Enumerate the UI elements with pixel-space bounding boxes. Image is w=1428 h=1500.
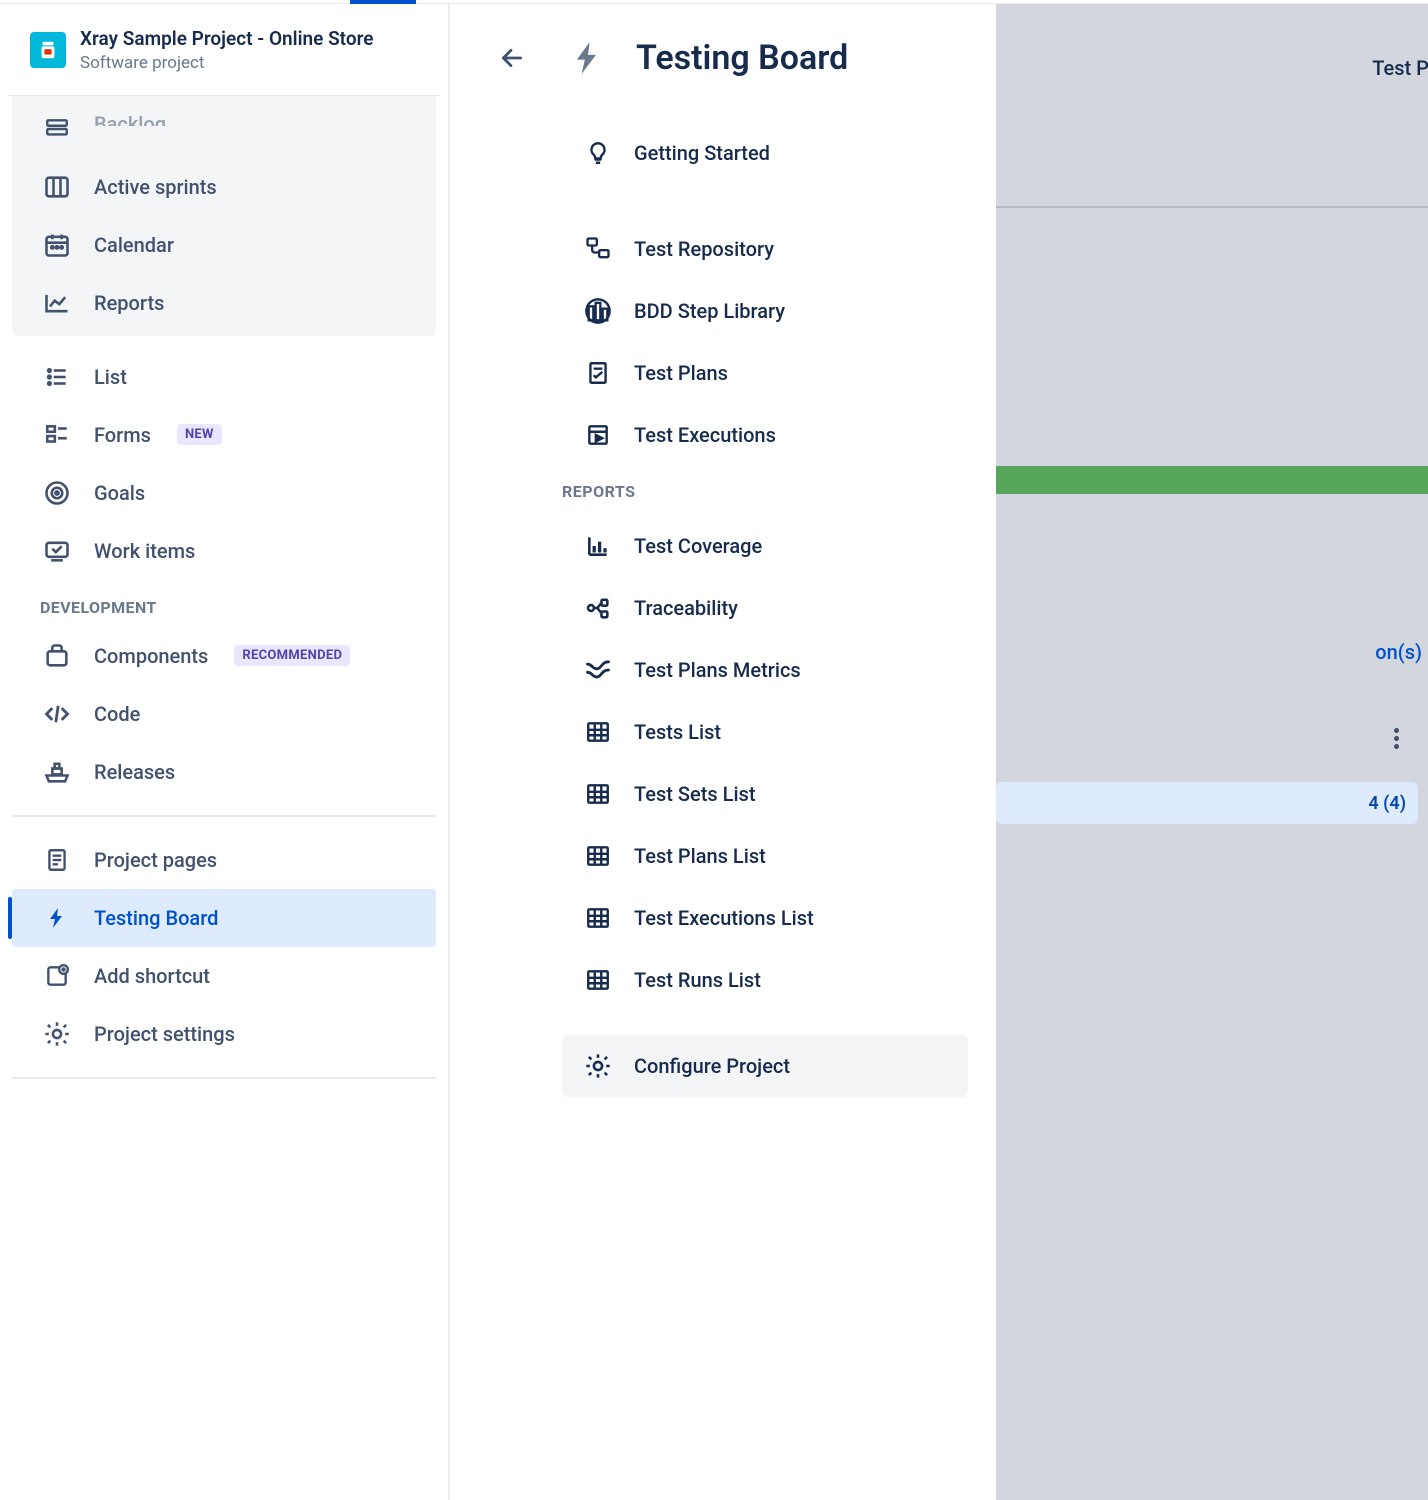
menu-test-coverage[interactable]: Test Coverage bbox=[562, 515, 968, 577]
menu-traceability[interactable]: Traceability bbox=[562, 577, 968, 639]
xray-bolt-icon bbox=[42, 903, 72, 933]
grid-icon bbox=[582, 840, 614, 872]
gear-icon bbox=[42, 1019, 72, 1049]
metrics-icon bbox=[582, 654, 614, 686]
obscured-background: Test Pl on(s) 4 (4) bbox=[996, 4, 1428, 1500]
grid-icon bbox=[582, 716, 614, 748]
menu-tests-list[interactable]: Tests List bbox=[562, 701, 968, 763]
sidebar-item-reports[interactable]: Reports bbox=[12, 274, 436, 332]
grid-icon bbox=[582, 778, 614, 810]
panel-title: Testing Board bbox=[636, 38, 848, 78]
bg-link-fragment[interactable]: on(s) bbox=[1375, 640, 1422, 664]
plans-icon bbox=[582, 357, 614, 389]
menu-getting-started[interactable]: Getting Started bbox=[562, 122, 968, 184]
target-icon bbox=[42, 478, 72, 508]
section-reports-label: REPORTS bbox=[494, 466, 976, 515]
sidebar-item-calendar[interactable]: Calendar bbox=[12, 216, 436, 274]
menu-test-plans-list[interactable]: Test Plans List bbox=[562, 825, 968, 887]
board-icon bbox=[42, 172, 72, 202]
menu-test-repository[interactable]: Test Repository bbox=[562, 218, 968, 280]
menu-test-executions[interactable]: Test Executions bbox=[562, 404, 968, 466]
project-header: Xray Sample Project - Online Store Softw… bbox=[8, 28, 440, 95]
grid-icon bbox=[582, 964, 614, 996]
sidebar-item-list[interactable]: List bbox=[12, 348, 436, 406]
sidebar-item-add-shortcut[interactable]: Add shortcut bbox=[12, 947, 436, 1005]
testing-board-panel: Testing Board Getting Started Test Repos… bbox=[450, 4, 996, 1500]
grid-icon bbox=[582, 902, 614, 934]
sidebar-item-testing-board[interactable]: Testing Board bbox=[12, 889, 436, 947]
page-icon bbox=[42, 845, 72, 875]
bg-text-fragment: Test Pl bbox=[1372, 56, 1428, 80]
backlog-icon bbox=[42, 114, 72, 144]
sidebar-item-goals[interactable]: Goals bbox=[12, 464, 436, 522]
section-development-label: DEVELOPMENT bbox=[12, 580, 436, 627]
repository-icon bbox=[582, 233, 614, 265]
menu-bdd-step-library[interactable]: BDD Step Library bbox=[562, 280, 968, 342]
sidebar-item-project-settings[interactable]: Project settings bbox=[12, 1005, 436, 1063]
bar-chart-icon bbox=[582, 530, 614, 562]
xray-bolt-icon bbox=[568, 38, 608, 78]
bg-count-chip[interactable]: 4 (4) bbox=[996, 782, 1418, 824]
forms-icon bbox=[42, 420, 72, 450]
sidebar-item-components[interactable]: Components RECOMMENDED bbox=[12, 627, 436, 685]
tray-icon bbox=[42, 536, 72, 566]
sidebar-item-forms[interactable]: Forms NEW bbox=[12, 406, 436, 464]
sidebar-item-backlog[interactable]: Backlog bbox=[12, 100, 436, 158]
menu-test-plans-metrics[interactable]: Test Plans Metrics bbox=[562, 639, 968, 701]
list-icon bbox=[42, 362, 72, 392]
add-shortcut-icon bbox=[42, 961, 72, 991]
back-button[interactable] bbox=[494, 40, 530, 76]
component-icon bbox=[42, 641, 72, 671]
ship-icon bbox=[42, 757, 72, 787]
menu-configure-project[interactable]: Configure Project bbox=[562, 1035, 968, 1097]
calendar-icon bbox=[42, 230, 72, 260]
menu-test-runs-list[interactable]: Test Runs List bbox=[562, 949, 968, 1011]
sidebar-item-releases[interactable]: Releases bbox=[12, 743, 436, 801]
project-avatar-icon bbox=[30, 32, 66, 68]
sidebar-item-code[interactable]: Code bbox=[12, 685, 436, 743]
library-icon bbox=[582, 295, 614, 327]
recommended-badge: RECOMMENDED bbox=[234, 645, 350, 666]
code-icon bbox=[42, 699, 72, 729]
project-sidebar: Xray Sample Project - Online Store Softw… bbox=[0, 4, 450, 1500]
gear-icon bbox=[582, 1050, 614, 1082]
line-chart-icon bbox=[42, 288, 72, 318]
project-title: Xray Sample Project - Online Store bbox=[80, 28, 373, 51]
bg-green-bar bbox=[996, 466, 1428, 494]
sidebar-item-work-items[interactable]: Work items bbox=[12, 522, 436, 580]
menu-test-executions-list[interactable]: Test Executions List bbox=[562, 887, 968, 949]
project-subtitle: Software project bbox=[80, 53, 373, 73]
traceability-icon bbox=[582, 592, 614, 624]
sidebar-item-project-pages[interactable]: Project pages bbox=[12, 831, 436, 889]
new-badge: NEW bbox=[177, 424, 222, 445]
sidebar-item-active-sprints[interactable]: Active sprints bbox=[12, 158, 436, 216]
lightbulb-icon bbox=[582, 137, 614, 169]
menu-test-sets-list[interactable]: Test Sets List bbox=[562, 763, 968, 825]
play-square-icon bbox=[582, 419, 614, 451]
menu-test-plans[interactable]: Test Plans bbox=[562, 342, 968, 404]
kebab-menu-icon[interactable] bbox=[1382, 724, 1410, 752]
